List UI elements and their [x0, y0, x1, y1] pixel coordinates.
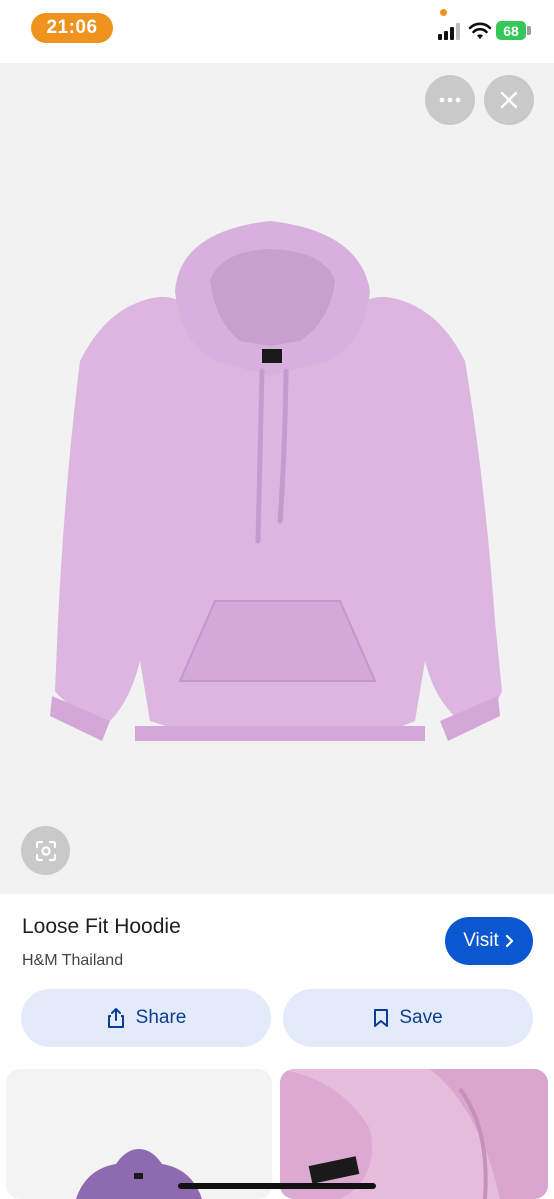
- visit-label: Visit: [463, 930, 499, 951]
- share-icon: [107, 1008, 124, 1028]
- status-bar: 21:06 68: [0, 0, 554, 62]
- save-label: Save: [399, 1007, 443, 1028]
- close-icon: [500, 91, 518, 109]
- share-label: Share: [135, 1007, 187, 1028]
- save-button[interactable]: Save: [283, 989, 533, 1047]
- recording-indicator: [440, 9, 447, 16]
- product-source: H&M Thailand: [22, 952, 124, 969]
- home-indicator[interactable]: [178, 1183, 376, 1189]
- battery-icon: 68: [496, 21, 526, 40]
- signal-icon: [438, 23, 460, 40]
- visit-button[interactable]: Visit: [445, 917, 533, 965]
- product-image: [50, 221, 502, 741]
- related-thumbnail-2[interactable]: [280, 1069, 548, 1199]
- image-viewer[interactable]: [0, 63, 554, 894]
- product-title: Loose Fit Hoodie: [22, 915, 181, 938]
- lens-search-button[interactable]: [21, 826, 70, 875]
- more-icon: [439, 97, 461, 103]
- share-button[interactable]: Share: [21, 989, 271, 1047]
- thumbnail-image: [280, 1069, 548, 1199]
- chevron-right-icon: [505, 934, 513, 948]
- thumbnail-image: [76, 1149, 202, 1199]
- wifi-icon: [468, 22, 492, 39]
- lens-icon: [35, 840, 56, 861]
- related-thumbnail-1[interactable]: [6, 1069, 272, 1199]
- battery-tip: [527, 26, 531, 35]
- more-options-button[interactable]: [425, 75, 475, 125]
- bookmark-icon: [374, 1009, 389, 1027]
- close-button[interactable]: [484, 75, 534, 125]
- status-time: 21:06: [31, 13, 113, 43]
